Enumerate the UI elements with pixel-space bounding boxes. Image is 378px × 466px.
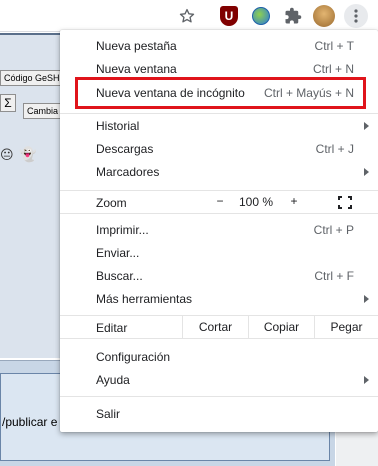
menu-item-label: Descargas bbox=[96, 141, 154, 156]
puzzle-icon bbox=[285, 7, 302, 24]
menu-item-label: Más herramientas bbox=[96, 291, 193, 306]
sigma-button[interactable]: Σ bbox=[0, 94, 16, 112]
paste-button[interactable]: Pegar bbox=[314, 315, 378, 339]
fullscreen-icon[interactable] bbox=[338, 196, 352, 209]
geshi-code-button[interactable]: Código GeSHi bbox=[0, 70, 66, 86]
menu-item-label: Historial bbox=[96, 118, 140, 133]
menu-item-label: Enviar... bbox=[96, 245, 140, 260]
submenu-arrow-icon bbox=[364, 167, 369, 176]
submenu-arrow-icon bbox=[364, 375, 369, 384]
zoom-out-button[interactable]: − bbox=[212, 194, 228, 208]
submenu-arrow-icon bbox=[364, 294, 369, 303]
menu-item-cast[interactable]: Enviar... bbox=[60, 241, 378, 264]
globe-extension-button[interactable] bbox=[249, 4, 273, 28]
menu-item-shortcut: Ctrl + N bbox=[312, 61, 354, 76]
edit-label: Editar bbox=[96, 321, 128, 335]
emoji-ghost[interactable]: 👻 bbox=[19, 146, 36, 163]
zoom-label: Zoom bbox=[96, 196, 127, 210]
avatar bbox=[313, 5, 335, 27]
publicar-text: /publicar e bbox=[2, 415, 58, 429]
submenu-arrow-icon bbox=[364, 121, 369, 130]
menu-item-label: Ayuda bbox=[96, 372, 130, 387]
menu-item-shortcut: Ctrl + J bbox=[315, 141, 354, 156]
menu-item-label: Nueva pestaña bbox=[96, 38, 177, 53]
copy-button[interactable]: Copiar bbox=[248, 315, 314, 339]
ublock-extension-button[interactable]: U bbox=[217, 4, 241, 28]
zoom-in-button[interactable]: + bbox=[286, 194, 302, 208]
cut-button[interactable]: Cortar bbox=[182, 315, 248, 339]
menu-item-more-tools[interactable]: Más herramientas bbox=[60, 287, 378, 310]
menu-item-shortcut: Ctrl + T bbox=[314, 38, 354, 53]
menu-separator bbox=[60, 396, 378, 397]
menu-item-label: Configuración bbox=[96, 349, 171, 364]
menu-item-settings[interactable]: Configuración bbox=[60, 345, 378, 368]
zoom-row: Zoom − 100 % + bbox=[60, 190, 378, 214]
ublock-icon: U bbox=[220, 6, 238, 26]
menu-item-exit[interactable]: Salir bbox=[60, 402, 378, 425]
menu-item-label: Imprimir... bbox=[96, 222, 149, 237]
menu-item-bookmarks[interactable]: Marcadores bbox=[60, 160, 378, 183]
highlight-box bbox=[75, 77, 366, 109]
menu-item-find[interactable]: Buscar... Ctrl + F bbox=[60, 264, 378, 287]
profile-button[interactable] bbox=[312, 4, 336, 28]
menu-item-new-tab[interactable]: Nueva pestaña Ctrl + T bbox=[60, 34, 378, 57]
menu-item-help[interactable]: Ayuda bbox=[60, 368, 378, 391]
menu-item-label: Marcadores bbox=[96, 164, 160, 179]
extensions-button[interactable] bbox=[281, 4, 305, 28]
kebab-menu-button[interactable] bbox=[344, 4, 368, 28]
menu-item-label: Nueva ventana bbox=[96, 61, 177, 76]
cambia-button[interactable]: Cambia bbox=[23, 103, 63, 119]
browser-menu: Nueva pestaña Ctrl + T Nueva ventana Ctr… bbox=[60, 30, 378, 432]
menu-item-label: Buscar... bbox=[96, 268, 143, 283]
menu-item-label: Salir bbox=[96, 406, 121, 421]
star-icon[interactable] bbox=[175, 4, 199, 28]
kebab-menu-icon bbox=[354, 9, 358, 23]
browser-toolbar: U bbox=[0, 0, 378, 32]
menu-item-shortcut: Ctrl + F bbox=[314, 268, 354, 283]
menu-item-shortcut: Ctrl + P bbox=[313, 222, 354, 237]
menu-item-history[interactable]: Historial bbox=[60, 114, 378, 137]
menu-item-downloads[interactable]: Descargas Ctrl + J bbox=[60, 137, 378, 160]
edit-row: Editar Cortar Copiar Pegar bbox=[60, 315, 378, 339]
globe-extension-icon bbox=[252, 7, 270, 25]
zoom-level: 100 % bbox=[238, 195, 274, 209]
menu-item-print[interactable]: Imprimir... Ctrl + P bbox=[60, 218, 378, 241]
emoji-neutral[interactable]: 😐 bbox=[0, 147, 14, 163]
